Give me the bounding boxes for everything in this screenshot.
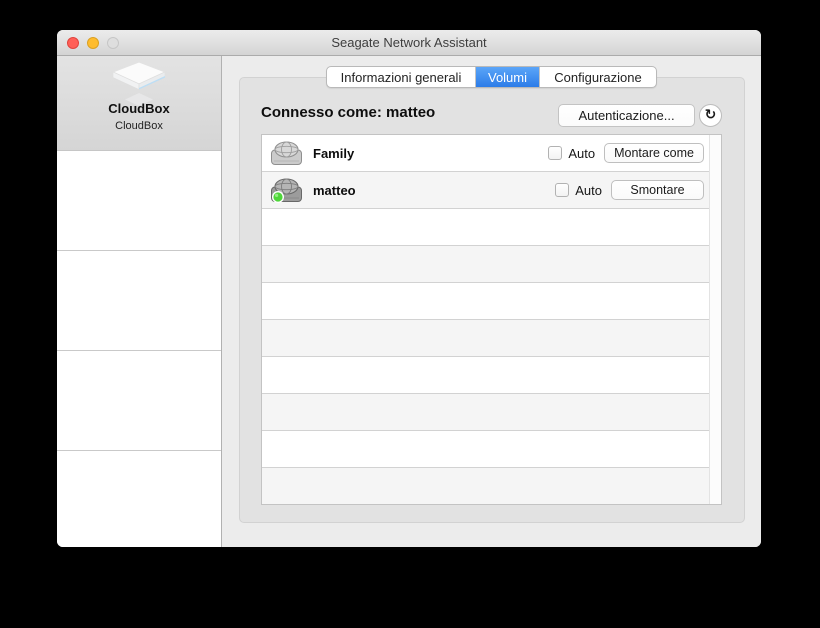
volume-row-matteo: matteo Auto Smontare (262, 172, 709, 209)
smontare-button[interactable]: Smontare (611, 180, 704, 200)
vertical-scrollbar[interactable] (709, 135, 721, 504)
volume-name: Family (313, 145, 355, 161)
mounted-status-dot (271, 190, 285, 204)
minimize-button-icon[interactable] (87, 37, 99, 49)
window-title: Seagate Network Assistant (331, 35, 487, 50)
window-content: CloudBox CloudBox Informazioni generali … (57, 56, 761, 547)
volume-name: matteo (313, 182, 356, 198)
volumes-table: Family Auto Montare come matteo Auto Smo… (261, 134, 722, 505)
desktop-background: { "window": { "title": "Seagate Network … (0, 0, 820, 628)
empty-table-row (262, 246, 709, 283)
device-sidebar: CloudBox CloudBox (57, 56, 222, 547)
volumes-panel: Connesso come: matteo Autenticazione... … (239, 77, 745, 523)
volumes-rows: Family Auto Montare come matteo Auto Smo… (262, 135, 709, 504)
empty-table-row (262, 431, 709, 468)
volume-controls: Auto Montare come (548, 143, 704, 163)
tab-volumi[interactable]: Volumi (476, 67, 540, 87)
auto-checkbox[interactable] (548, 146, 563, 160)
device-title: CloudBox (108, 101, 170, 116)
segmented-control: Informazioni generali Volumi Configurazi… (326, 66, 657, 88)
device-subtitle: CloudBox (115, 120, 163, 132)
window-controls (67, 37, 119, 49)
sidebar-item-cloudbox[interactable]: CloudBox CloudBox (57, 56, 221, 151)
connected-as-label: Connesso come: matteo (261, 104, 436, 121)
tab-configurazione[interactable]: Configurazione (540, 67, 656, 87)
tab-informazioni-generali[interactable]: Informazioni generali (327, 67, 476, 87)
network-drive-mounted-icon (270, 176, 303, 204)
close-button-icon[interactable] (67, 37, 79, 49)
main-area: Informazioni generali Volumi Configurazi… (222, 56, 761, 547)
sidebar-empty-slot (57, 151, 221, 251)
empty-table-row (262, 320, 709, 357)
auto-checkbox[interactable] (555, 183, 570, 197)
empty-table-row (262, 468, 709, 504)
empty-table-row (262, 209, 709, 246)
empty-table-row (262, 394, 709, 431)
network-drive-icon (270, 139, 303, 167)
auto-checkbox-label: Auto (575, 182, 602, 198)
volume-controls: Auto Smontare (555, 180, 704, 200)
empty-table-row (262, 357, 709, 394)
tab-bar: Informazioni generali Volumi Configurazi… (222, 66, 761, 88)
volume-row-family: Family Auto Montare come (262, 135, 709, 172)
auto-checkbox-label: Auto (568, 145, 596, 161)
sidebar-empty-slot (57, 351, 221, 451)
sidebar-empty-slot (57, 251, 221, 351)
refresh-button[interactable]: ↻ (699, 104, 722, 127)
refresh-icon: ↻ (704, 107, 717, 123)
authentication-button[interactable]: Autenticazione... (558, 104, 695, 127)
app-window: Seagate Network Assistant CloudBox Cloud… (57, 30, 761, 547)
empty-table-row (262, 283, 709, 320)
montare-come-button[interactable]: Montare come (604, 143, 704, 163)
title-bar[interactable]: Seagate Network Assistant (57, 30, 761, 56)
zoom-button-disabled-icon (107, 37, 119, 49)
